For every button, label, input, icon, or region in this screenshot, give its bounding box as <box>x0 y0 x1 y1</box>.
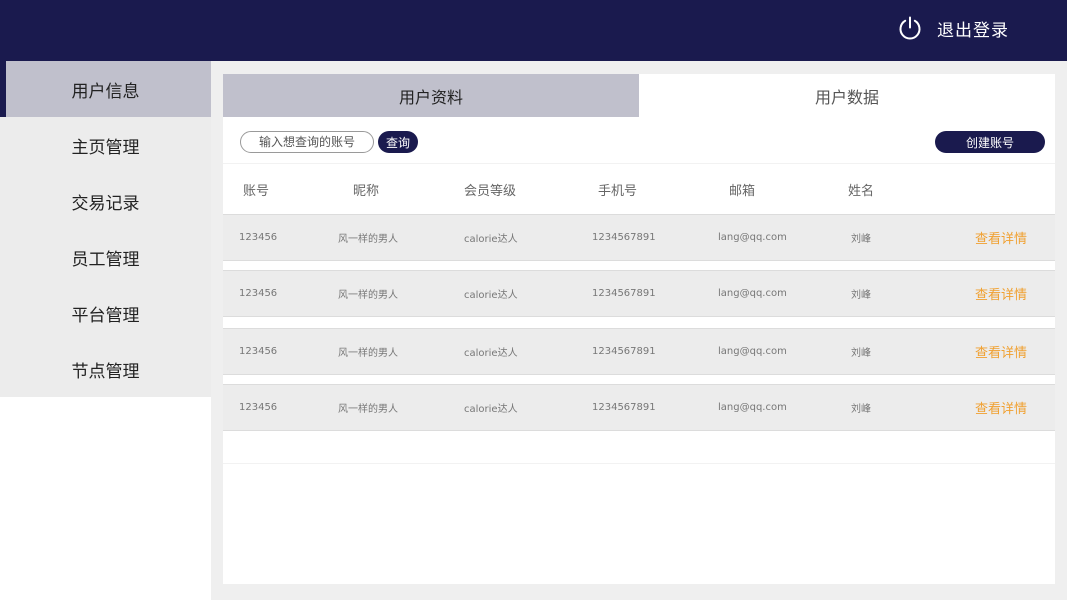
sidebar-item-node-management[interactable]: 节点管理 <box>0 341 211 397</box>
column-header-phone: 手机号 <box>598 183 638 199</box>
cell-phone: 1234567891 <box>592 288 656 299</box>
table-row: 123456 风一样的男人 calorie达人 1234567891 lang@… <box>223 270 1055 317</box>
table-row: 123456 风一样的男人 calorie达人 1234567891 lang@… <box>223 384 1055 431</box>
table-row: 123456 风一样的男人 calorie达人 1234567891 lang@… <box>223 214 1055 261</box>
cell-nickname: 风一样的男人 <box>338 348 398 359</box>
column-header-email: 邮箱 <box>729 183 756 199</box>
cell-level: calorie达人 <box>464 290 518 301</box>
cell-email: lang@qq.com <box>718 402 787 413</box>
cell-email: lang@qq.com <box>718 346 787 357</box>
cell-account: 123456 <box>239 346 278 357</box>
sidebar-item-transaction-records[interactable]: 交易记录 <box>0 173 211 229</box>
cell-level: calorie达人 <box>464 404 518 415</box>
toolbar: 查询 创建账号 <box>223 117 1055 163</box>
sidebar-item-label: 员工管理 <box>71 249 140 270</box>
sidebar-item-label: 用户信息 <box>71 81 140 102</box>
cell-name: 刘峰 <box>851 404 871 415</box>
column-header-level: 会员等级 <box>464 183 517 199</box>
row-gap <box>223 375 1055 384</box>
cell-email: lang@qq.com <box>718 232 787 243</box>
cell-nickname: 风一样的男人 <box>338 290 398 301</box>
sidebar-item-user-info[interactable]: 用户信息 <box>0 61 211 117</box>
cell-name: 刘峰 <box>851 234 871 245</box>
sidebar: 用户信息 主页管理 交易记录 员工管理 平台管理 节点管理 <box>0 61 211 600</box>
logout-button[interactable]: 退出登录 <box>897 15 1009 41</box>
tab-label: 用户资料 <box>398 87 463 107</box>
top-bar: 退出登录 <box>0 0 1067 61</box>
search-input[interactable] <box>240 131 374 153</box>
cell-phone: 1234567891 <box>592 346 656 357</box>
tab-bar: 用户资料 用户数据 <box>223 74 1055 117</box>
view-details-link[interactable]: 查看详情 <box>975 329 1027 374</box>
sidebar-item-staff-management[interactable]: 员工管理 <box>0 229 211 285</box>
tab-label: 用户数据 <box>814 87 879 107</box>
sidebar-item-label: 节点管理 <box>71 361 140 382</box>
cell-level: calorie达人 <box>464 234 518 245</box>
sidebar-item-homepage-management[interactable]: 主页管理 <box>0 117 211 173</box>
column-header-name: 姓名 <box>848 183 875 199</box>
search-button[interactable]: 查询 <box>378 131 418 153</box>
view-details-link[interactable]: 查看详情 <box>975 271 1027 316</box>
cell-account: 123456 <box>239 232 278 243</box>
cell-account: 123456 <box>239 288 278 299</box>
column-header-nickname: 昵称 <box>353 183 380 199</box>
cell-account: 123456 <box>239 402 278 413</box>
cell-name: 刘峰 <box>851 348 871 359</box>
sidebar-item-label: 交易记录 <box>71 193 140 214</box>
table-row: 123456 风一样的男人 calorie达人 1234567891 lang@… <box>223 328 1055 375</box>
create-account-button[interactable]: 创建账号 <box>935 131 1045 153</box>
cell-nickname: 风一样的男人 <box>338 234 398 245</box>
view-details-link[interactable]: 查看详情 <box>975 385 1027 430</box>
cell-email: lang@qq.com <box>718 288 787 299</box>
row-gap <box>223 261 1055 270</box>
tab-user-data[interactable]: 用户数据 <box>639 74 1055 117</box>
power-icon <box>899 16 921 40</box>
logout-label: 退出登录 <box>937 20 1009 41</box>
cell-name: 刘峰 <box>851 290 871 301</box>
cell-phone: 1234567891 <box>592 232 656 243</box>
cell-nickname: 风一样的男人 <box>338 404 398 415</box>
table-empty-row <box>223 431 1055 464</box>
sidebar-menu: 用户信息 主页管理 交易记录 员工管理 平台管理 节点管理 <box>0 61 211 397</box>
cell-phone: 1234567891 <box>592 402 656 413</box>
sidebar-item-platform-management[interactable]: 平台管理 <box>0 285 211 341</box>
sidebar-item-label: 平台管理 <box>71 305 140 326</box>
main-panel: 用户资料 用户数据 查询 创建账号 账号 昵称 会员等级 手机号 邮箱 姓名 1… <box>223 74 1055 584</box>
row-gap <box>223 317 1055 328</box>
tab-user-profile[interactable]: 用户资料 <box>223 74 639 117</box>
sidebar-item-label: 主页管理 <box>71 137 140 158</box>
table-header: 账号 昵称 会员等级 手机号 邮箱 姓名 <box>223 164 1055 214</box>
column-header-account: 账号 <box>243 183 270 199</box>
cell-level: calorie达人 <box>464 348 518 359</box>
view-details-link[interactable]: 查看详情 <box>975 215 1027 260</box>
